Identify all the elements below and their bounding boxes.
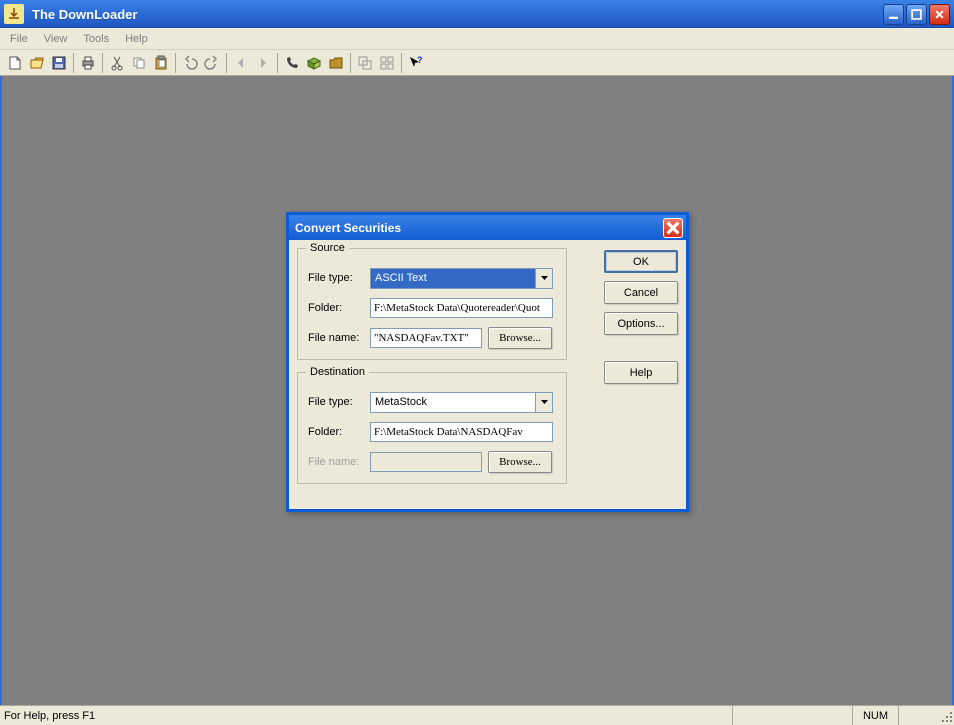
dialog-title: Convert Securities	[295, 221, 663, 235]
destination-filename-input	[370, 452, 482, 472]
source-filename-label: File name:	[308, 332, 370, 344]
close-button[interactable]	[929, 4, 950, 25]
whatsthis-icon[interactable]: ?	[405, 52, 427, 74]
copy-icon[interactable]	[128, 52, 150, 74]
source-legend: Source	[306, 242, 349, 254]
destination-fieldset: Destination File type: MetaStock Folder:…	[297, 372, 567, 484]
folder-icon[interactable]	[325, 52, 347, 74]
chevron-down-icon[interactable]	[535, 393, 552, 412]
print-icon[interactable]	[77, 52, 99, 74]
destination-folder-input[interactable]	[370, 422, 553, 442]
statusbar: For Help, press F1 NUM	[0, 705, 954, 725]
menu-view[interactable]: View	[36, 31, 76, 47]
separator-icon	[401, 53, 402, 73]
source-filetype-label: File type:	[308, 272, 370, 284]
source-browse-button[interactable]: Browse...	[488, 327, 552, 349]
menubar: File View Tools Help	[0, 28, 954, 50]
cancel-button[interactable]: Cancel	[604, 281, 678, 304]
separator-icon	[277, 53, 278, 73]
phone-icon[interactable]	[281, 52, 303, 74]
svg-text:?: ?	[417, 55, 423, 65]
paste-icon[interactable]	[150, 52, 172, 74]
cut-icon[interactable]	[106, 52, 128, 74]
ok-button[interactable]: OK	[604, 250, 678, 273]
help-button[interactable]: Help	[604, 361, 678, 384]
status-cell-empty1	[732, 706, 852, 725]
status-cell-empty2	[898, 706, 938, 725]
dialog-close-button[interactable]	[663, 218, 683, 238]
save-icon[interactable]	[48, 52, 70, 74]
source-fieldset: Source File type: ASCII Text Folder: Fil…	[297, 248, 567, 360]
source-filename-input[interactable]	[370, 328, 482, 348]
separator-icon	[175, 53, 176, 73]
new-icon[interactable]	[4, 52, 26, 74]
source-filetype-value: ASCII Text	[371, 272, 535, 284]
destination-browse-button[interactable]: Browse...	[488, 451, 552, 473]
convert-securities-dialog: Convert Securities Source File type: ASC…	[286, 212, 689, 512]
dialog-body: Source File type: ASCII Text Folder: Fil…	[289, 240, 686, 509]
toolbar: ?	[0, 50, 954, 76]
source-filetype-select[interactable]: ASCII Text	[370, 268, 553, 289]
resize-grip-icon[interactable]	[938, 708, 954, 724]
destination-filetype-value: MetaStock	[371, 396, 535, 408]
separator-icon	[350, 53, 351, 73]
destination-filetype-label: File type:	[308, 396, 370, 408]
maximize-button[interactable]	[906, 4, 927, 25]
chevron-down-icon[interactable]	[535, 269, 552, 288]
status-help-hint: For Help, press F1	[0, 710, 732, 722]
cascade-icon[interactable]	[354, 52, 376, 74]
destination-legend: Destination	[306, 366, 369, 378]
app-window: The DownLoader File View Tools Help	[0, 0, 954, 725]
status-num: NUM	[852, 706, 898, 725]
separator-icon	[102, 53, 103, 73]
menu-help[interactable]: Help	[117, 31, 156, 47]
menu-tools[interactable]: Tools	[75, 31, 117, 47]
tile-icon[interactable]	[376, 52, 398, 74]
menu-file[interactable]: File	[2, 31, 36, 47]
source-folder-input[interactable]	[370, 298, 553, 318]
prev-icon[interactable]	[230, 52, 252, 74]
open-icon[interactable]	[26, 52, 48, 74]
destination-folder-label: Folder:	[308, 426, 370, 438]
options-button[interactable]: Options...	[604, 312, 678, 335]
next-icon[interactable]	[252, 52, 274, 74]
redo-icon[interactable]	[201, 52, 223, 74]
separator-icon	[226, 53, 227, 73]
dialog-titlebar[interactable]: Convert Securities	[289, 215, 686, 240]
package-icon[interactable]	[303, 52, 325, 74]
window-title: The DownLoader	[28, 7, 881, 22]
dialog-button-column: OK Cancel Options... Help	[604, 250, 678, 392]
destination-filetype-select[interactable]: MetaStock	[370, 392, 553, 413]
app-icon	[4, 4, 24, 24]
caption-buttons	[881, 4, 950, 25]
destination-filename-label: File name:	[308, 456, 370, 468]
titlebar: The DownLoader	[0, 0, 954, 28]
undo-icon[interactable]	[179, 52, 201, 74]
source-folder-label: Folder:	[308, 302, 370, 314]
minimize-button[interactable]	[883, 4, 904, 25]
separator-icon	[73, 53, 74, 73]
